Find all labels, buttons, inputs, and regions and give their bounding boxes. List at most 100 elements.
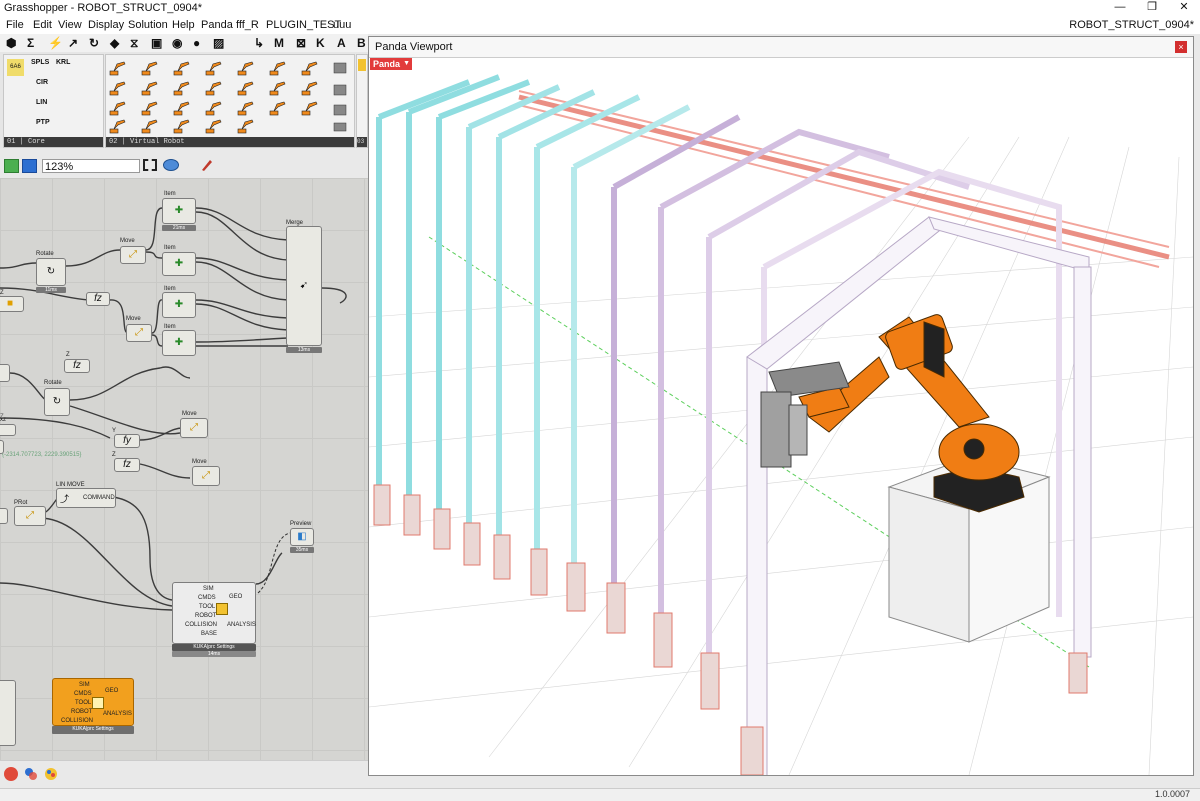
k-tab-icon[interactable]: K [316, 36, 325, 50]
offscreen-node-1[interactable] [0, 364, 10, 382]
open-file-icon[interactable] [4, 159, 19, 173]
item-2-label: Item [164, 245, 176, 251]
move-3-label: Move [182, 411, 197, 417]
viewport-titlebar: Panda Viewport × [369, 37, 1193, 58]
panda-viewport[interactable]: Panda Viewport × Panda ▼ [368, 36, 1194, 776]
maths-tab-icon[interactable]: Σ [27, 36, 34, 50]
robot-icons-grid[interactable] [106, 55, 354, 135]
menu-panda[interactable]: Panda [201, 19, 233, 31]
item-node-1[interactable]: ✚ [162, 198, 196, 224]
zoom-extents-icon[interactable] [143, 159, 157, 171]
curve-tab-icon[interactable]: ↻ [89, 36, 99, 50]
kuka2-output-analysis: ANALYSIS [103, 711, 132, 717]
menu-uuu[interactable]: uuu [333, 19, 351, 31]
core-icon-1[interactable]: 6A6 [7, 59, 24, 76]
core-icon-lin[interactable]: LIN [36, 99, 53, 116]
move-node-2[interactable]: ⤢ [126, 324, 152, 342]
lin-command-label: COMMAND [83, 495, 115, 501]
menu-plugin-test[interactable]: PLUGIN_TEST [266, 19, 341, 31]
kuka2-input-tool: TOOL [75, 700, 92, 706]
mesh-tab-icon[interactable]: ⧖ [130, 36, 138, 51]
core-icon-krl[interactable]: KRL [56, 59, 73, 76]
b-tab-icon[interactable]: B [357, 36, 366, 50]
item-1-label: Item [164, 191, 176, 197]
item-node-2[interactable]: ✚ [162, 252, 196, 276]
panel-virtual-robot: 02 | Virtual Robot [105, 54, 355, 148]
menu-help[interactable]: Help [172, 19, 195, 31]
close-button[interactable]: ✕ [1168, 0, 1200, 16]
offscreen-node-3[interactable] [0, 508, 8, 524]
palette-icon[interactable] [44, 767, 58, 781]
m-tab-icon[interactable]: M [274, 36, 284, 50]
offscreen-node-4[interactable] [0, 680, 16, 746]
unit-z-icon: fz [94, 293, 102, 304]
core-icon-spls[interactable]: SPLS [31, 59, 49, 76]
save-file-icon[interactable] [22, 159, 37, 173]
list-item-icon: ✚ [174, 205, 184, 216]
unit-z-node-2[interactable]: fz [64, 359, 90, 373]
kuka1-input-cmds: CMDS [198, 595, 216, 601]
colors-icon[interactable] [24, 767, 38, 781]
item-node-3[interactable]: ✚ [162, 292, 196, 318]
move-node-3[interactable]: ⤢ [180, 418, 208, 438]
prot-node[interactable]: ⤢ [14, 506, 46, 526]
panel-core-label: 01 | Core [4, 137, 103, 147]
unit-z-node-3[interactable]: fz [114, 458, 140, 472]
transform-tab-icon[interactable]: ◉ [172, 36, 182, 50]
menu-view[interactable]: View [58, 19, 82, 31]
display-tab-icon[interactable]: ● [193, 36, 200, 50]
sketch-brush-icon[interactable] [200, 158, 214, 172]
preview-icon: ◧ [297, 531, 307, 542]
merge-node[interactable]: ➹ [286, 226, 322, 346]
menu-solution[interactable]: Solution [128, 19, 168, 31]
move-node-1[interactable]: ⤢ [120, 246, 146, 264]
preview-time: 35ms [290, 547, 314, 553]
kuka1-label: KUKA|prc Settings [172, 644, 256, 651]
z-label-3: Z [112, 452, 116, 458]
panel-03-icon[interactable] [358, 59, 366, 71]
window-controls: — ❐ ✕ [1104, 0, 1200, 16]
params-tab-icon[interactable]: ⬢ [6, 36, 16, 50]
preview-eye-icon[interactable] [163, 159, 179, 171]
unit-y-node[interactable]: fy [114, 434, 140, 448]
rotate-plane-icon: ⤢ [26, 510, 34, 521]
menu-edit[interactable]: Edit [33, 19, 52, 31]
kuka-prc-settings-node-1[interactable]: SIM CMDS TOOL ROBOT COLLISION BASE GEO A… [172, 582, 256, 644]
unit-z-node-1[interactable]: fz [86, 292, 110, 306]
lin-move-node[interactable]: ⤴ COMMAND [56, 488, 116, 508]
viewport-close-button[interactable]: × [1175, 41, 1187, 53]
stop-solver-icon[interactable] [4, 767, 18, 781]
rotate-node-1[interactable]: ↻ [36, 258, 66, 286]
core-icon-cir[interactable]: CIR [36, 79, 53, 96]
list-item-icon: ✚ [174, 299, 184, 310]
menu-file[interactable]: File [6, 19, 24, 31]
grid-tab-icon[interactable]: ⊠ [296, 36, 306, 50]
intersect-tab-icon[interactable]: ▣ [151, 36, 162, 50]
kuka1-output-analysis: ANALYSIS [227, 622, 256, 628]
core-icon-ptp[interactable]: PTP [36, 119, 53, 136]
xz-plane-node[interactable] [0, 424, 16, 436]
plugin-tab-icon[interactable]: ▨ [213, 36, 224, 50]
robot-tab-icon[interactable]: ↳ [254, 36, 264, 50]
zoom-level-dropdown[interactable]: 123% [42, 159, 140, 173]
minimize-button[interactable]: — [1104, 0, 1136, 16]
move-node-4[interactable]: ⤢ [192, 466, 220, 486]
menu-fff-r[interactable]: fff_R [236, 19, 259, 31]
surface-tab-icon[interactable]: ◆ [110, 36, 119, 50]
sets-tab-icon[interactable]: ⚡ [48, 36, 63, 50]
kuka2-label: KUKA|prc Settings [52, 726, 134, 734]
vector-tab-icon[interactable]: ↗ [68, 36, 78, 50]
kuka-prc-settings-node-2[interactable]: SIM CMDS TOOL ROBOT COLLISION GEO ANALYS… [52, 678, 134, 726]
kuka-logo-icon [216, 603, 228, 615]
kuka1-input-robot: ROBOT [195, 613, 217, 619]
offscreen-node-2[interactable] [0, 440, 4, 454]
rotate-node-2[interactable]: ↻ [44, 388, 70, 416]
maximize-button[interactable]: ❐ [1136, 0, 1168, 16]
z-input-node-1[interactable]: ■ [0, 296, 24, 312]
grasshopper-canvas[interactable]: Item ✚ 21ms Item ✚ Item ✚ Item ✚ Merge ➹… [0, 178, 368, 788]
menu-display[interactable]: Display [88, 19, 124, 31]
item-node-4[interactable]: ✚ [162, 330, 196, 356]
a-tab-icon[interactable]: A [337, 36, 346, 50]
preview-node[interactable]: ◧ [290, 528, 314, 546]
menu-bar: File Edit View Display Solution Help Pan… [0, 16, 1200, 34]
